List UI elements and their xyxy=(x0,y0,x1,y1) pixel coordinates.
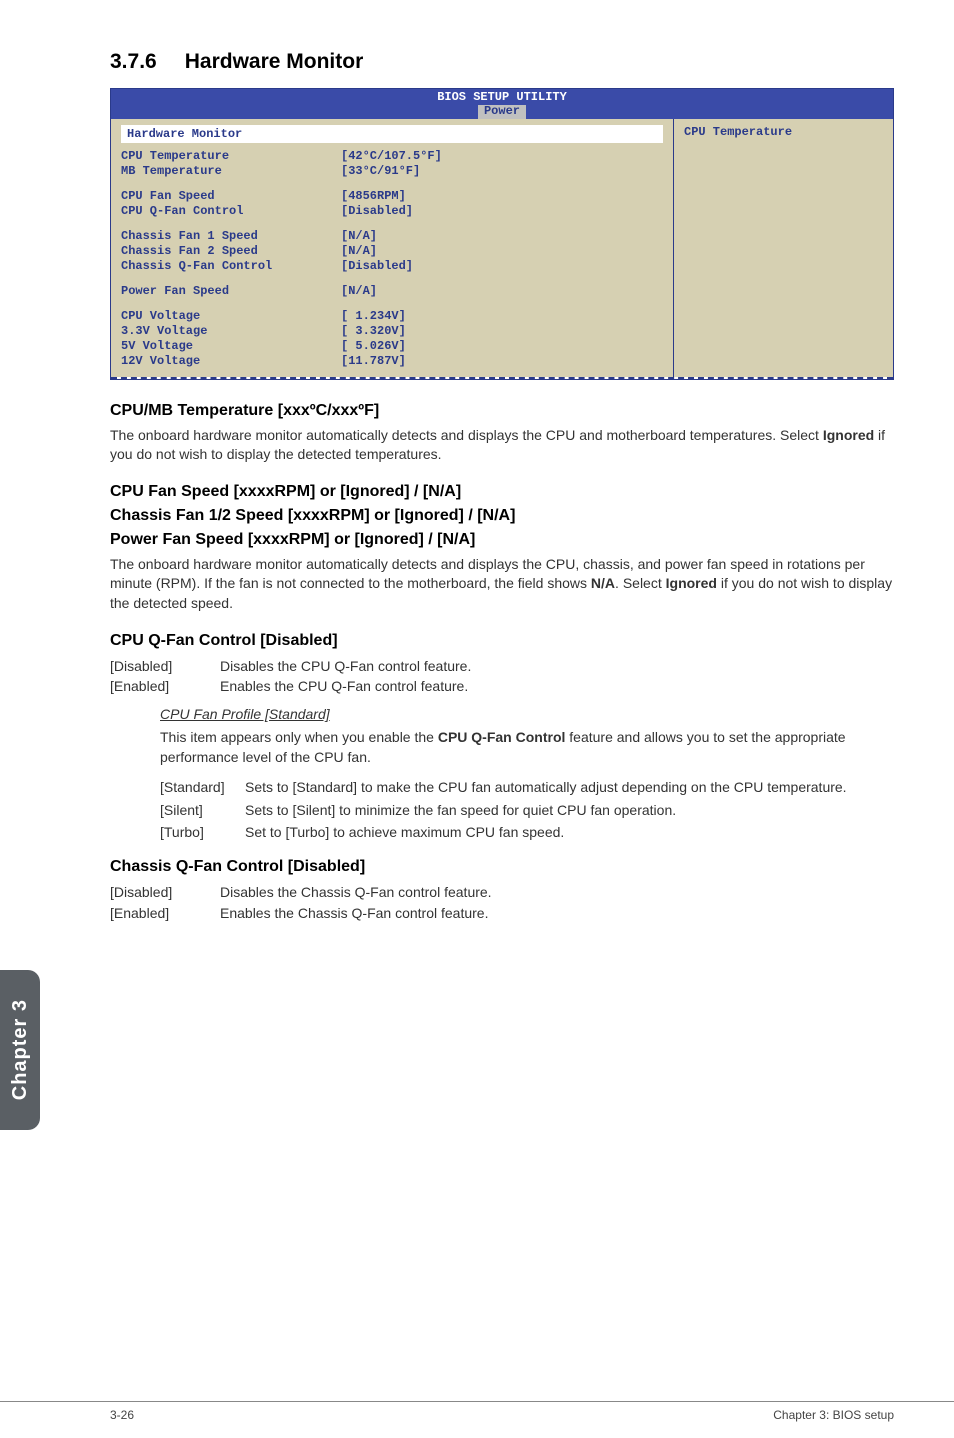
bios-field-label: 12V Voltage xyxy=(121,354,341,369)
bios-field-value: [ 5.026V] xyxy=(341,339,663,354)
bios-field-value: [ 3.320V] xyxy=(341,324,663,339)
bios-field-value: [Disabled] xyxy=(341,204,663,219)
bios-field-label: CPU Q-Fan Control xyxy=(121,204,341,219)
option-key: [Enabled] xyxy=(110,903,220,923)
bios-title-text: BIOS SETUP UTILITY xyxy=(111,91,893,105)
bios-field-value: [Disabled] xyxy=(341,259,663,274)
bios-divider xyxy=(111,377,893,379)
bios-field-label: Power Fan Speed xyxy=(121,284,341,299)
bios-field-label: CPU Temperature xyxy=(121,149,341,164)
option-desc: Enables the CPU Q-Fan control feature. xyxy=(220,676,894,696)
subsection-heading: Chassis Fan 1/2 Speed [xxxxRPM] or [Igno… xyxy=(110,507,894,525)
option-key: [Disabled] xyxy=(110,882,220,902)
option-key: [Turbo] xyxy=(160,822,245,842)
bios-field-label: 3.3V Voltage xyxy=(121,324,341,339)
option-desc: Sets to [Standard] to make the CPU fan a… xyxy=(245,777,894,797)
subsection-heading: CPU Q-Fan Control [Disabled] xyxy=(110,632,894,650)
section-number: 3.7.6 xyxy=(110,50,157,74)
bios-field-label: Chassis Fan 2 Speed xyxy=(121,244,341,259)
page-footer: 3-26 Chapter 3: BIOS setup xyxy=(0,1401,954,1422)
section-title: Hardware Monitor xyxy=(185,50,364,73)
option-table: [Disabled]Disables the CPU Q-Fan control… xyxy=(110,656,894,697)
bios-right-panel: CPU Temperature xyxy=(673,119,893,377)
chapter-side-label: Chapter 3 xyxy=(9,999,32,1100)
bios-field-label: Chassis Fan 1 Speed xyxy=(121,229,341,244)
option-desc: Enables the Chassis Q-Fan control featur… xyxy=(220,903,894,923)
bios-field-value: [4856RPM] xyxy=(341,189,663,204)
subsection-heading: Chassis Q-Fan Control [Disabled] xyxy=(110,858,894,876)
sub-item-title: CPU Fan Profile [Standard] xyxy=(160,706,894,722)
option-key: [Standard] xyxy=(160,777,245,797)
footer-chapter-label: Chapter 3: BIOS setup xyxy=(773,1408,894,1422)
option-desc: Set to [Turbo] to achieve maximum CPU fa… xyxy=(245,822,894,842)
section-heading: 3.7.6 Hardware Monitor xyxy=(110,50,894,74)
bios-active-tab: Power xyxy=(478,105,526,119)
subsection-heading: CPU/MB Temperature [xxxºC/xxxºF] xyxy=(110,402,894,420)
chapter-side-tab: Chapter 3 xyxy=(0,970,40,1130)
bios-left-panel: Hardware Monitor CPU Temperature[42°C/10… xyxy=(111,119,673,377)
bios-help-text: CPU Temperature xyxy=(684,125,792,139)
option-table: [Disabled]Disables the Chassis Q-Fan con… xyxy=(110,882,894,923)
footer-page-number: 3-26 xyxy=(110,1408,134,1422)
bios-title-bar: BIOS SETUP UTILITY Power xyxy=(111,89,893,119)
body-paragraph: The onboard hardware monitor automatical… xyxy=(110,555,894,614)
body-paragraph: The onboard hardware monitor automatical… xyxy=(110,426,894,465)
bios-field-value: [N/A] xyxy=(341,244,663,259)
subsection-heading: CPU Fan Speed [xxxxRPM] or [Ignored] / [… xyxy=(110,483,894,501)
option-desc: Disables the CPU Q-Fan control feature. xyxy=(220,656,894,676)
bios-field-value: [11.787V] xyxy=(341,354,663,369)
subsection-heading: Power Fan Speed [xxxxRPM] or [Ignored] /… xyxy=(110,531,894,549)
indented-subsection: CPU Fan Profile [Standard] This item app… xyxy=(160,706,894,842)
bios-field-value: [N/A] xyxy=(341,284,663,299)
bios-field-value: [N/A] xyxy=(341,229,663,244)
bios-field-label: CPU Voltage xyxy=(121,309,341,324)
option-desc: Sets to [Silent] to minimize the fan spe… xyxy=(245,800,894,820)
bios-field-label: CPU Fan Speed xyxy=(121,189,341,204)
option-key: [Disabled] xyxy=(110,656,220,676)
bios-field-label: 5V Voltage xyxy=(121,339,341,354)
bios-panel-header: Hardware Monitor xyxy=(121,125,663,143)
bios-field-value: [42°C/107.5°F] xyxy=(341,149,663,164)
body-paragraph: This item appears only when you enable t… xyxy=(160,728,894,767)
bios-field-value: [33°C/91°F] xyxy=(341,164,663,179)
option-desc: Disables the Chassis Q-Fan control featu… xyxy=(220,882,894,902)
bios-field-label: MB Temperature xyxy=(121,164,341,179)
bios-field-value: [ 1.234V] xyxy=(341,309,663,324)
option-key: [Enabled] xyxy=(110,676,220,696)
option-key: [Silent] xyxy=(160,800,245,820)
bios-field-label: Chassis Q-Fan Control xyxy=(121,259,341,274)
bios-screenshot: BIOS SETUP UTILITY Power Hardware Monito… xyxy=(110,88,894,380)
